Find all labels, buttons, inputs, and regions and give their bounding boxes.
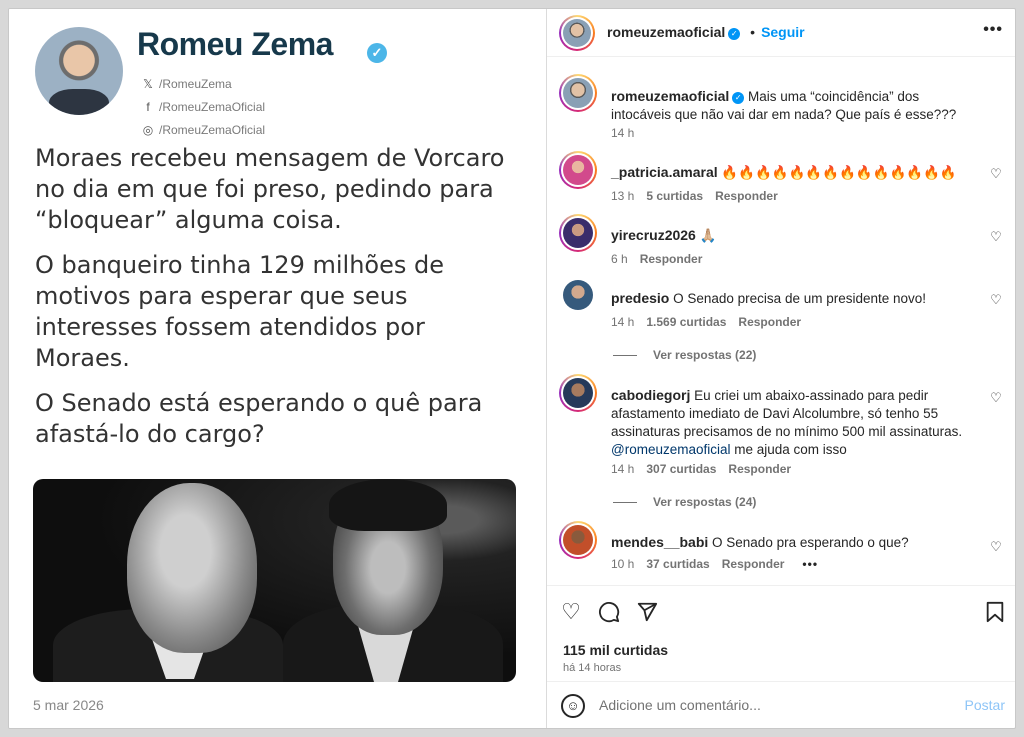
comment-input[interactable]: Adicione um comentário... [599,697,929,713]
instagram-icon: ◎ [142,123,154,137]
more-options-icon[interactable]: ••• [983,21,1003,39]
facebook-icon: f [146,100,150,114]
heart-icon[interactable]: ♡ [989,293,1003,307]
post-header: romeuzemaoficial ✓ • Seguir ••• [547,9,1015,57]
comment-likes[interactable]: 307 curtidas [646,462,716,476]
verified-icon: ✓ [728,28,741,40]
separator: • [750,24,756,40]
comment-icon[interactable] [595,598,623,626]
x-icon: 𝕏 [143,77,153,91]
comment-text: 🔥🔥🔥🔥🔥🔥🔥🔥🔥🔥🔥🔥🔥🔥 [721,165,957,180]
comment-text: O Senado pra esperando o que? [712,535,909,550]
comment-likes[interactable]: 1.569 curtidas [646,315,726,329]
comment-username[interactable]: predesio [611,290,669,306]
post-photo [33,479,516,682]
statement-paragraph: O banqueiro tinha 129 milhões de motivos… [35,251,444,372]
reply-button[interactable]: Responder [722,557,785,571]
statement-paragraph: O Senado está esperando o quê para afast… [35,389,483,448]
author-photo [35,27,123,115]
comment-username[interactable]: mendes__babi [611,534,708,550]
comments-list: romeuzemaoficial ✓ Mais uma “coincidência… [547,58,1015,585]
comment-time: 13 h [611,189,635,203]
comment-username[interactable]: _patricia.amaral [611,164,718,180]
caption-time: 14 h [611,126,635,140]
reply-button[interactable]: Responder [715,189,778,203]
comment-text: me ajuda com isso [730,442,847,457]
view-replies-button[interactable]: Ver respostas (22) [613,348,756,362]
post-button[interactable]: Postar [965,697,1005,713]
avatar[interactable] [559,74,597,112]
social-x: 𝕏/RomeuZema [141,77,232,91]
post-actions: ♡ 115 mil curtidas há 14 horas [547,585,1015,681]
share-icon[interactable] [633,598,661,626]
bookmark-icon[interactable] [981,598,1009,626]
post-image: Romeu Zema ✓ 𝕏/RomeuZema f/RomeuZemaOfic… [9,9,547,728]
heart-icon[interactable]: ♡ [989,230,1003,244]
comment-username[interactable]: romeuzemaoficial [611,88,729,104]
reply-button[interactable]: Responder [728,462,791,476]
comment-time: 14 h [611,315,635,329]
avatar[interactable] [559,374,597,412]
avatar[interactable] [563,280,593,310]
follow-button[interactable]: Seguir [761,24,805,40]
comment-username[interactable]: yirecruz2026 [611,227,696,243]
comment-time: 14 h [611,462,635,476]
add-comment-bar: ☺ Adicione um comentário... Postar [547,681,1015,728]
heart-icon[interactable]: ♡ [989,167,1003,181]
comment-more-icon[interactable]: ••• [802,557,818,571]
verified-icon: ✓ [367,43,387,63]
author-name: Romeu Zema [137,26,333,62]
comment-likes[interactable]: 37 curtidas [646,557,709,571]
social-instagram: ◎/RomeuZemaOficial [142,123,266,137]
heart-icon[interactable]: ♡ [989,540,1003,554]
header-username[interactable]: romeuzemaoficial [607,24,725,40]
comment-time: 6 h [611,252,628,266]
post-date: 5 mar 2026 [33,697,104,713]
author-block: Romeu Zema ✓ 𝕏/RomeuZema f/RomeuZemaOfic… [35,26,535,137]
header-avatar[interactable] [559,15,595,51]
emoji-icon[interactable]: ☺ [561,694,585,718]
comment-time: 10 h [611,557,635,571]
reply-button[interactable]: Responder [738,315,801,329]
reply-button[interactable]: Responder [640,252,703,266]
view-replies-button[interactable]: Ver respostas (24) [613,495,756,509]
comment-text: 🙏🏼 [699,228,717,243]
avatar[interactable] [559,214,597,252]
post-age: há 14 horas [563,662,622,674]
like-heart-icon[interactable]: ♡ [557,598,585,626]
heart-icon[interactable]: ♡ [989,391,1003,405]
verified-icon: ✓ [732,92,745,104]
comments-panel: romeuzemaoficial ✓ • Seguir ••• romeuzemao… [547,9,1015,728]
avatar[interactable] [559,521,597,559]
comment-text: O Senado precisa de um presidente novo! [673,291,927,306]
mention-link[interactable]: @romeuzemaoficial [611,442,731,457]
post-viewer: Romeu Zema ✓ 𝕏/RomeuZema f/RomeuZemaOfic… [8,8,1016,729]
avatar[interactable] [559,151,597,189]
statement-paragraph: Moraes recebeu mensagem de Vorcaro no di… [35,144,505,234]
comment-likes[interactable]: 5 curtidas [646,189,703,203]
like-count[interactable]: 115 mil curtidas [563,642,668,658]
social-facebook: f/RomeuZemaOficial [141,100,265,114]
post-statement: Moraes recebeu mensagem de Vorcaro no di… [35,143,525,464]
comment-username[interactable]: cabodiegorj [611,387,690,403]
